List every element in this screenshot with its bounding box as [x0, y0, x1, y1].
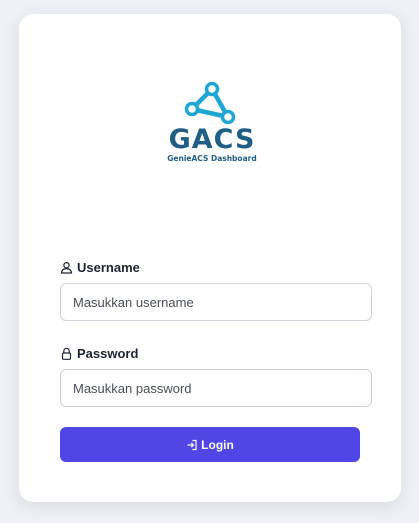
username-label: Username — [60, 260, 140, 275]
username-input[interactable] — [60, 283, 372, 321]
username-label-text: Username — [77, 260, 140, 275]
password-label-text: Password — [77, 346, 139, 361]
logo-title: GACS — [168, 124, 256, 155]
logo-subtitle: GenieACS Dashboard — [167, 154, 257, 163]
login-card: GACS GenieACS Dashboard Username Passwor… — [19, 14, 401, 502]
password-input[interactable] — [60, 369, 372, 407]
user-icon — [60, 261, 73, 274]
login-button-label: Login — [201, 437, 234, 452]
gacs-logo: GACS GenieACS Dashboard — [157, 82, 267, 192]
password-label: Password — [60, 346, 138, 361]
lock-icon — [60, 347, 73, 360]
network-triangle-icon — [184, 82, 236, 124]
sign-in-icon — [186, 439, 198, 451]
login-button[interactable]: Login — [60, 427, 360, 462]
